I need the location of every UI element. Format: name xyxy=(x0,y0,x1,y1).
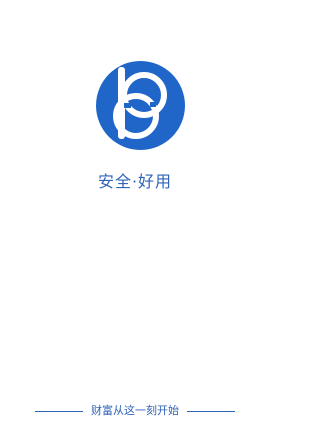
divider-left xyxy=(35,410,83,412)
tagline: 财富从这一刻开始 xyxy=(0,403,270,419)
brand-logo-icon xyxy=(96,61,185,150)
tagline-text: 财富从这一刻开始 xyxy=(91,404,179,417)
slogan-text: 安全·好用 xyxy=(97,172,173,191)
splash-screen: 安全·好用 财富从这一刻开始 xyxy=(0,0,270,431)
divider-right xyxy=(187,410,235,412)
